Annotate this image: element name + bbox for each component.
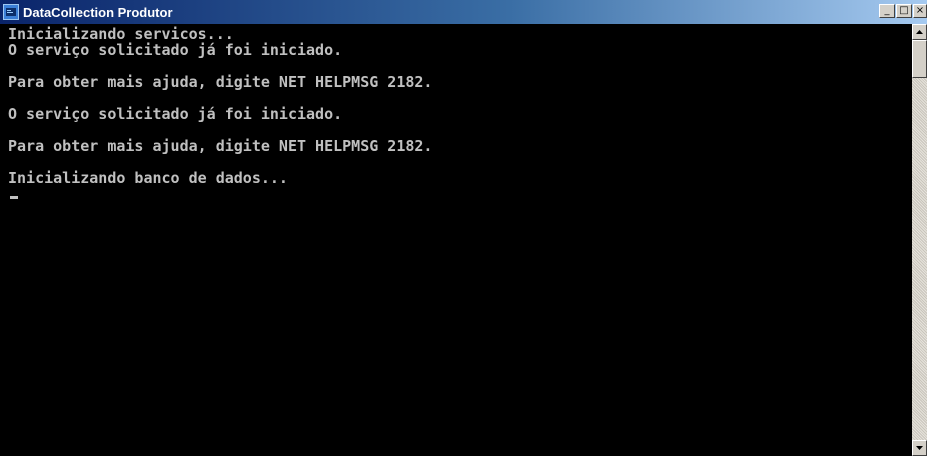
scroll-down-button[interactable] [912, 440, 927, 456]
vertical-scrollbar[interactable] [912, 24, 927, 456]
console-line: Para obter mais ajuda, digite NET HELPMS… [8, 73, 433, 91]
app-glyph-icon [6, 8, 16, 16]
close-button[interactable]: × [913, 4, 927, 18]
minimize-button[interactable]: _ [879, 4, 895, 18]
window-title: DataCollection Produtor [23, 4, 173, 20]
console-line: O serviço solicitado já foi iniciado. [8, 105, 343, 123]
console-app-icon[interactable] [3, 4, 19, 20]
text-cursor [10, 196, 18, 199]
console-line: O serviço solicitado já foi iniciado. [8, 41, 343, 59]
console-window: DataCollection Produtor _ □ × Inicializa… [0, 0, 927, 456]
arrow-up-icon [916, 30, 923, 34]
console-output[interactable]: Inicializando servicos... O serviço soli… [0, 24, 912, 456]
window-controls: _ □ × [879, 4, 927, 18]
title-bar[interactable]: DataCollection Produtor _ □ × [0, 0, 927, 24]
arrow-down-icon [916, 446, 923, 450]
scroll-up-button[interactable] [912, 24, 927, 40]
maximize-button[interactable]: □ [896, 4, 912, 18]
console-line: Inicializando servicos... [8, 25, 234, 43]
console-line: Inicializando banco de dados... [8, 169, 288, 187]
console-line: Para obter mais ajuda, digite NET HELPMS… [8, 137, 433, 155]
scroll-thumb[interactable] [912, 40, 927, 78]
